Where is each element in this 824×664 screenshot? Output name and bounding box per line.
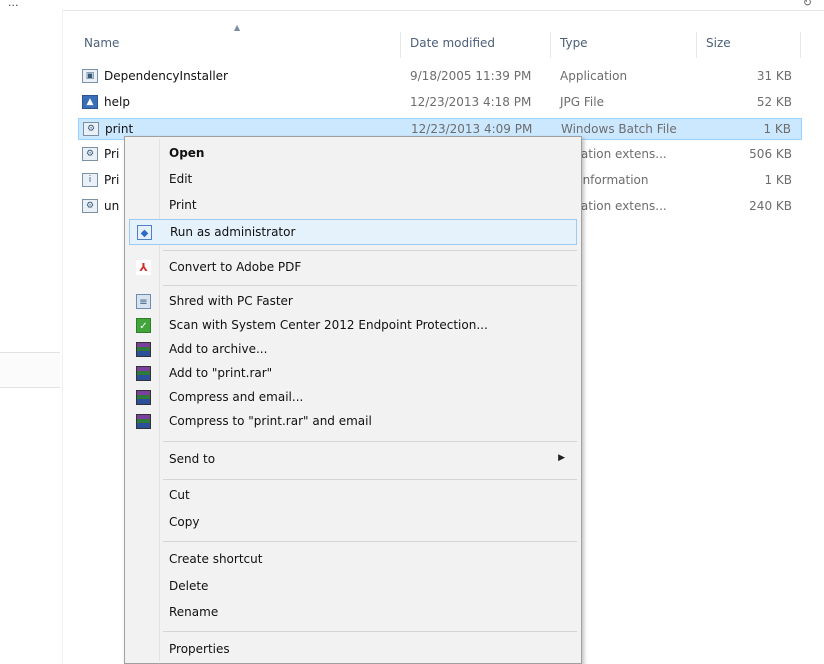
menu-separator [163, 441, 577, 442]
menu-item-send-to[interactable]: Send to ▶ [129, 447, 577, 473]
menu-item-label: Print [169, 198, 197, 212]
menu-item-label: Copy [169, 515, 200, 529]
column-header-size[interactable]: Size [706, 36, 731, 50]
menu-item-rename[interactable]: Rename [129, 600, 577, 626]
file-size: 52 KB [756, 95, 792, 109]
extension-icon: ⚙ [82, 147, 98, 161]
column-header-name[interactable]: Name [84, 36, 119, 50]
menu-item-copy[interactable]: Copy [129, 510, 577, 536]
file-name: Pri [104, 147, 120, 161]
context-menu: Open Edit Print ◆ Run as administrator ⅄… [124, 136, 582, 664]
submenu-arrow-icon: ▶ [558, 453, 565, 463]
menu-item-label: Compress and email... [169, 390, 304, 404]
menu-item-label: Delete [169, 579, 209, 593]
uac-shield-icon: ◆ [137, 225, 152, 240]
column-header-date[interactable]: Date modified [410, 36, 495, 50]
menu-item-label: Shred with PC Faster [169, 294, 293, 308]
menu-item-properties[interactable]: Properties [129, 637, 577, 663]
endpoint-protection-icon: ✓ [136, 318, 151, 333]
address-bar-strip: ... ↻ [0, 0, 824, 11]
breadcrumb[interactable]: ... [8, 0, 19, 9]
menu-item-label: Add to "print.rar" [169, 366, 273, 380]
application-icon: ▣ [82, 69, 98, 83]
column-divider[interactable] [696, 32, 697, 58]
menu-item-convert-to-adobe-pdf[interactable]: ⅄ Convert to Adobe PDF [129, 255, 577, 281]
file-name: DependencyInstaller [104, 69, 228, 83]
menu-item-add-to-print-rar[interactable]: Add to "print.rar" [129, 361, 577, 387]
navigation-pane-selected-item[interactable] [0, 352, 60, 388]
column-divider[interactable] [800, 32, 801, 58]
file-date: 12/23/2013 4:09 PM [411, 122, 533, 136]
column-divider[interactable] [400, 32, 401, 58]
sort-arrow-icon: ▲ [234, 23, 241, 32]
column-divider[interactable] [550, 32, 551, 58]
menu-item-scan-endpoint-protection[interactable]: ✓ Scan with System Center 2012 Endpoint … [129, 313, 577, 339]
menu-item-create-shortcut[interactable]: Create shortcut [129, 547, 577, 573]
menu-item-label: Add to archive... [169, 342, 268, 356]
menu-separator [163, 631, 577, 632]
menu-item-compress-to-print-rar-and-email[interactable]: Compress to "print.rar" and email [129, 409, 577, 435]
file-type: Application [560, 69, 628, 83]
file-size: 31 KB [756, 69, 792, 83]
column-header: ▲ Name Date modified Type Size [62, 23, 824, 64]
menu-item-label: Edit [169, 172, 193, 186]
menu-item-open[interactable]: Open [129, 141, 577, 167]
column-header-type[interactable]: Type [560, 36, 588, 50]
menu-item-print[interactable]: Print [129, 193, 577, 219]
extension-icon: ⚙ [82, 199, 98, 213]
menu-item-label: Create shortcut [169, 552, 263, 566]
menu-item-run-as-administrator[interactable]: ◆ Run as administrator [129, 219, 577, 245]
menu-separator [163, 285, 577, 286]
file-name: Pri [104, 173, 120, 187]
refresh-icon[interactable]: ↻ [803, 0, 812, 9]
shredder-icon: ≡ [136, 294, 151, 309]
batch-file-icon: ⚙ [83, 122, 99, 136]
file-row[interactable]: ▲ help 12/23/2013 4:18 PM JPG File 52 KB [78, 92, 802, 114]
menu-item-label: Rename [169, 605, 219, 619]
file-size: 506 KB [749, 147, 792, 161]
winrar-icon [136, 366, 151, 381]
file-size: 240 KB [749, 199, 792, 213]
menu-item-compress-and-email[interactable]: Compress and email... [129, 385, 577, 411]
menu-item-label: Cut [169, 488, 190, 502]
file-date: 9/18/2005 11:39 PM [410, 69, 532, 83]
image-icon: ▲ [82, 95, 98, 109]
menu-item-label: Open [169, 146, 205, 160]
file-date: 12/23/2013 4:18 PM [410, 95, 532, 109]
winrar-icon [136, 390, 151, 405]
menu-item-label: Properties [169, 642, 230, 656]
menu-item-label: Run as administrator [170, 225, 296, 239]
menu-item-label: Compress to "print.rar" and email [169, 414, 372, 428]
menu-separator [163, 479, 577, 480]
setup-info-icon: i [82, 173, 98, 187]
winrar-icon [136, 342, 151, 357]
menu-item-edit[interactable]: Edit [129, 167, 577, 193]
adobe-pdf-icon: ⅄ [136, 260, 151, 275]
file-size: 1 KB [764, 173, 792, 187]
file-name: help [104, 95, 130, 109]
file-name: un [104, 199, 120, 213]
menu-item-cut[interactable]: Cut [129, 483, 577, 509]
menu-separator [163, 541, 577, 542]
menu-item-delete[interactable]: Delete [129, 574, 577, 600]
file-name: print [105, 122, 134, 136]
navigation-pane[interactable] [0, 10, 63, 664]
menu-item-label: Convert to Adobe PDF [169, 260, 302, 274]
file-type: JPG File [560, 95, 604, 109]
menu-item-label: Send to [169, 452, 216, 466]
file-type: Windows Batch File [561, 122, 677, 136]
menu-item-add-to-archive[interactable]: Add to archive... [129, 337, 577, 363]
file-size: 1 KB [763, 122, 791, 136]
menu-item-shred[interactable]: ≡ Shred with PC Faster [129, 289, 577, 315]
file-row[interactable]: ▣ DependencyInstaller 9/18/2005 11:39 PM… [78, 66, 802, 88]
menu-separator [163, 250, 577, 251]
menu-item-label: Scan with System Center 2012 Endpoint Pr… [169, 318, 488, 332]
winrar-icon [136, 414, 151, 429]
